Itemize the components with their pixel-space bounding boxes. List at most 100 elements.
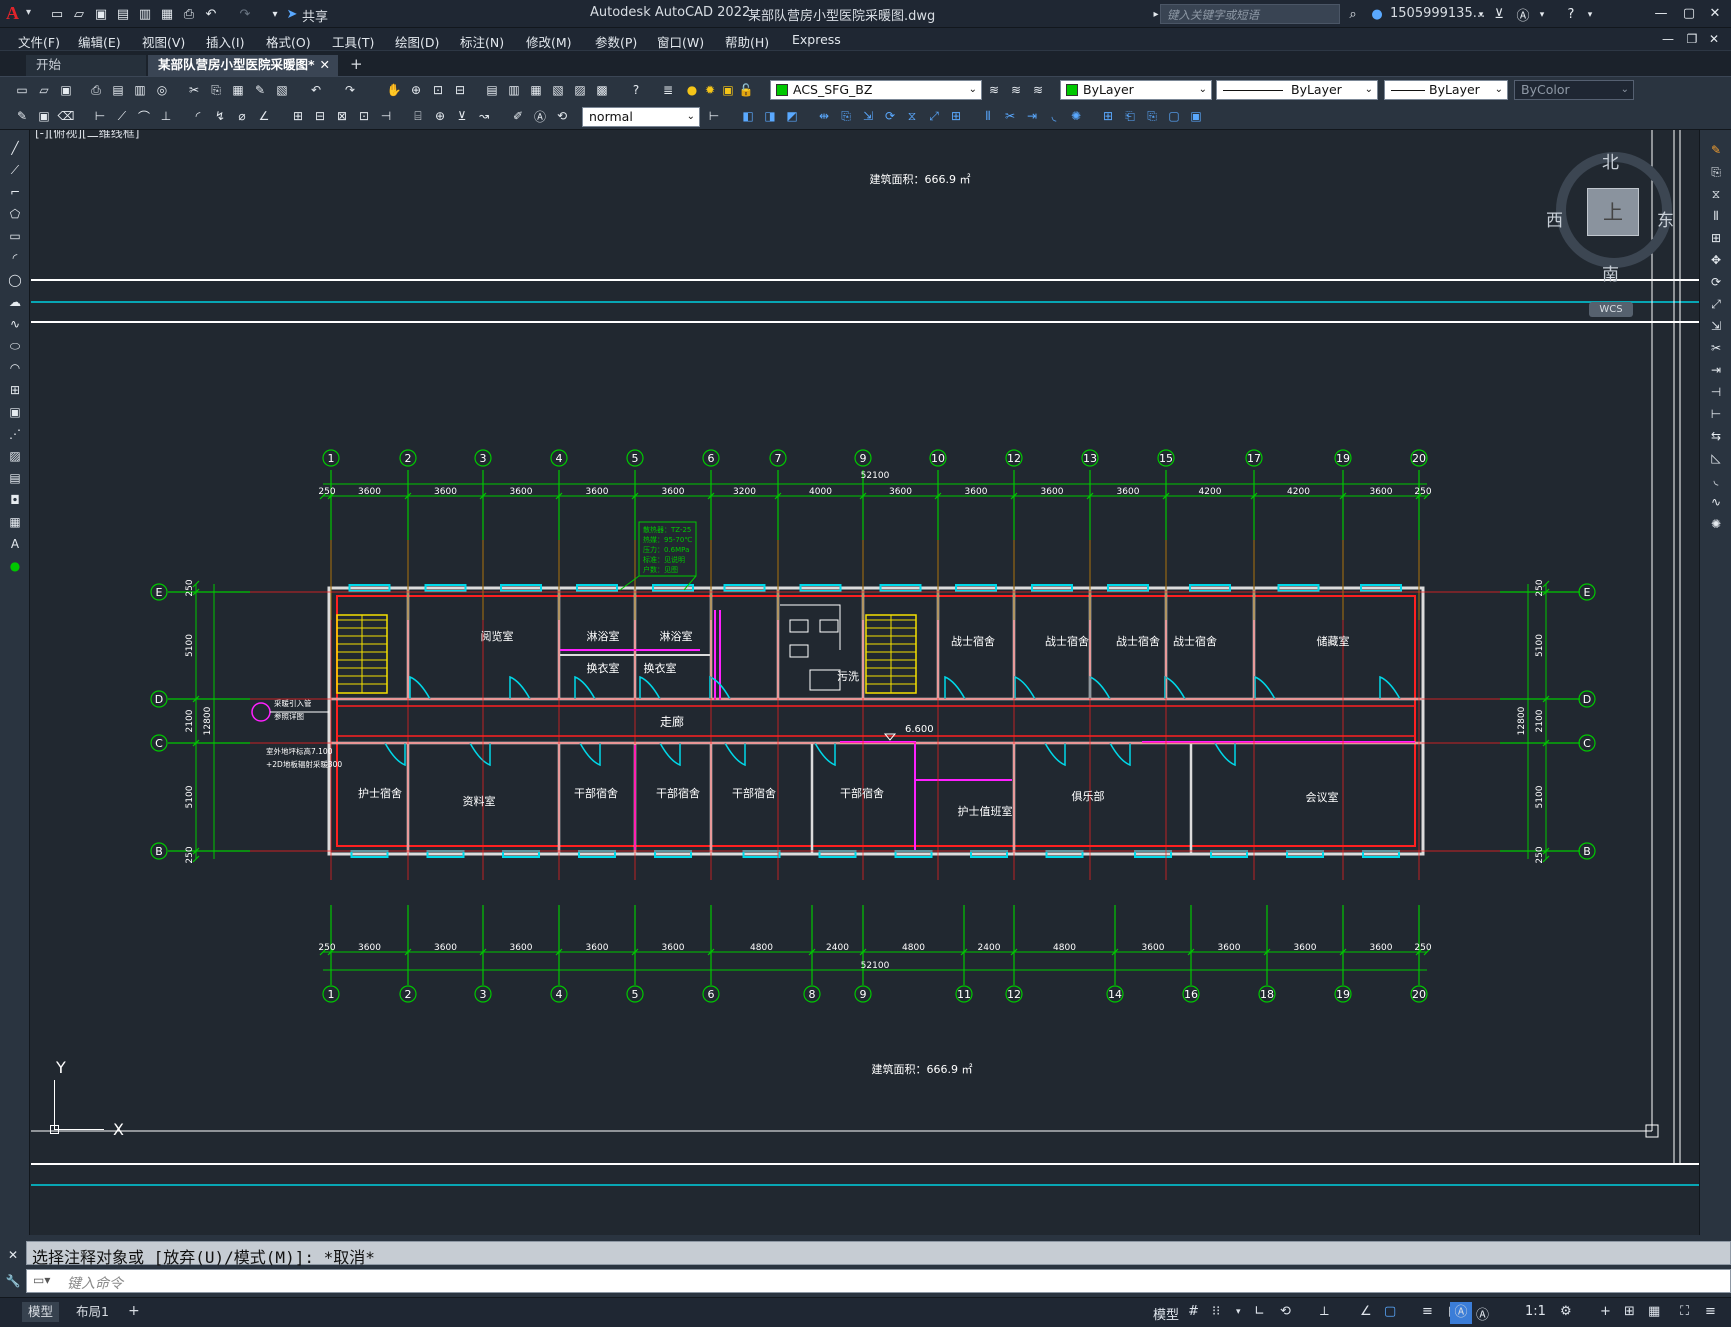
dim-break-icon[interactable]: ⊣	[378, 108, 394, 124]
polygon-icon[interactable]: ⬠	[7, 206, 23, 222]
array-icon[interactable]: ⊞	[948, 108, 964, 124]
insert-block-icon[interactable]: ⊞	[1100, 108, 1116, 124]
dim-arc-icon[interactable]: ⌒	[136, 108, 152, 124]
offset-object-icon[interactable]: ⫴	[1708, 208, 1724, 224]
spline-icon[interactable]: ∿	[7, 316, 23, 332]
minimize-icon[interactable]: —	[1652, 4, 1670, 22]
menu-format[interactable]: 格式(O)	[266, 32, 311, 51]
tb-plot-icon[interactable]: ⎙	[88, 82, 104, 98]
search-icon[interactable]: ⌕	[1344, 5, 1362, 23]
search-input[interactable]: 键入关键字或短语	[1160, 4, 1340, 24]
app-menu-chevron-icon[interactable]: ▾	[26, 7, 31, 18]
add-selected-icon[interactable]: ●	[7, 558, 23, 574]
break-icon[interactable]: ⊢	[1708, 406, 1724, 422]
tb-toolpalettes-icon[interactable]: ▦	[528, 82, 544, 98]
model-space-label[interactable]: 模型	[1153, 1304, 1179, 1323]
fillet-icon[interactable]: ◟	[1046, 108, 1062, 124]
save-web-icon[interactable]: ▦	[158, 5, 176, 23]
table-icon[interactable]: ▦	[7, 514, 23, 530]
tb-zoom-window-icon[interactable]: ⊡	[430, 82, 446, 98]
quick-access-menu-icon[interactable]: ▾	[266, 5, 284, 23]
line-icon[interactable]: ╱	[7, 140, 23, 156]
viewcube-east[interactable]: 东	[1657, 206, 1674, 231]
redo-icon[interactable]: ↷	[236, 5, 254, 23]
stretch-object-icon[interactable]: ⇲	[1708, 318, 1724, 334]
plotstyle-combo[interactable]: ByColor ⌄	[1514, 80, 1634, 100]
extend-object-icon[interactable]: ⇥	[1708, 362, 1724, 378]
scale-icon[interactable]: ⤢	[926, 108, 942, 124]
open-file-icon[interactable]: ▱	[70, 5, 88, 23]
user-menu-chevron-icon[interactable]: ▾	[1473, 7, 1489, 23]
explode-icon[interactable]: ✺	[1068, 108, 1084, 124]
tb-cut-icon[interactable]: ✂	[186, 82, 202, 98]
layer-combo[interactable]: ACS_SFG_BZ ⌄	[770, 80, 982, 100]
wcs-button[interactable]: WCS	[1589, 302, 1633, 317]
add-layout-icon[interactable]: +	[128, 1303, 140, 1319]
arc-icon[interactable]: ◜	[7, 250, 23, 266]
dim-ordinate-icon[interactable]: ⊥	[158, 108, 174, 124]
trim-icon[interactable]: ✂	[1002, 108, 1018, 124]
snap-menu-icon[interactable]: ▾	[1236, 1307, 1241, 1317]
autodesk-app-icon[interactable]: Ⓐ	[1514, 5, 1532, 24]
polar-icon[interactable]: ⟲	[1280, 1304, 1291, 1319]
snap-icon[interactable]: ⁝⁝	[1212, 1304, 1220, 1319]
dim-update-icon[interactable]: ⟲	[554, 108, 570, 124]
tb-publish-icon[interactable]: ▥	[132, 82, 148, 98]
tb-3dprint-icon[interactable]: ◎	[154, 82, 170, 98]
menu-parametric[interactable]: 参数(P)	[595, 32, 637, 51]
make-block-icon[interactable]: ▣	[7, 404, 23, 420]
tb-undo-icon[interactable]: ↶	[308, 82, 324, 98]
dim-linear-icon[interactable]: ⊢	[92, 108, 108, 124]
tab-layout1[interactable]: 布局1	[70, 1302, 115, 1322]
dim-jogged-icon[interactable]: ↯	[212, 108, 228, 124]
tb-redo-icon[interactable]: ↷	[342, 82, 358, 98]
revcloud-icon[interactable]: ☁	[7, 294, 23, 310]
copy-icon[interactable]: ⎘	[838, 108, 854, 124]
dim-edit-icon[interactable]: ✐	[510, 108, 526, 124]
cart-icon[interactable]: ⊻	[1490, 5, 1508, 23]
draworder-back-icon[interactable]: ◨	[762, 108, 778, 124]
ellipse-arc-icon[interactable]: ◠	[7, 360, 23, 376]
center-mark-icon[interactable]: ⊕	[432, 108, 448, 124]
tab-start[interactable]: 开始	[26, 55, 146, 77]
draworder-above-icon[interactable]: ◩	[784, 108, 800, 124]
save-icon[interactable]: ▣	[92, 5, 110, 23]
clean-screen-icon[interactable]: ⛶	[1680, 1304, 1689, 1319]
tb2-modify-icon[interactable]: ✎	[14, 108, 30, 124]
tb-zoom-realtime-icon[interactable]: ⊕	[408, 82, 424, 98]
open-web-icon[interactable]: ▥	[136, 5, 154, 23]
rotate-icon[interactable]: ⟳	[882, 108, 898, 124]
menu-express[interactable]: Express	[792, 32, 841, 47]
tb-markup-icon[interactable]: ▨	[572, 82, 588, 98]
quick-properties-icon[interactable]: ▦	[1648, 1304, 1660, 1319]
tb-save-icon[interactable]: ▣	[58, 82, 74, 98]
attach-icon[interactable]: ⎗	[1122, 108, 1138, 124]
menu-draw[interactable]: 绘图(D)	[395, 32, 439, 51]
lineweight-icon[interactable]: ≡	[1422, 1304, 1433, 1319]
share-icon[interactable]: ➤	[283, 5, 301, 23]
tab-model[interactable]: 模型	[22, 1302, 60, 1322]
doc-close-icon[interactable]: ✕	[1706, 31, 1722, 47]
dim-quick-icon[interactable]: ⊞	[290, 108, 306, 124]
break-point-icon[interactable]: ⊣	[1708, 384, 1724, 400]
offset-icon[interactable]: ⫴	[980, 108, 996, 124]
color-combo[interactable]: ByLayer ⌄	[1060, 80, 1212, 100]
layer-on-icon[interactable]: ●	[684, 82, 700, 98]
help-icon[interactable]: ?	[1562, 5, 1580, 23]
app-chevron-icon[interactable]: ▾	[1534, 7, 1550, 23]
menu-help[interactable]: 帮助(H)	[725, 32, 769, 51]
customize-status-icon[interactable]: ≡	[1705, 1304, 1716, 1319]
dim-diameter-icon[interactable]: ⌀	[234, 108, 250, 124]
circle-icon[interactable]: ◯	[7, 272, 23, 288]
ortho-icon[interactable]: ∟	[1254, 1304, 1265, 1319]
user-name[interactable]: 1505999135...	[1390, 6, 1485, 21]
tolerance-icon[interactable]: ⌸	[410, 108, 426, 124]
ellipse-icon[interactable]: ⬭	[7, 338, 23, 354]
osnap-icon[interactable]: ▢	[1384, 1304, 1396, 1319]
tb2-erase-icon[interactable]: ⌫	[58, 108, 75, 124]
construction-line-icon[interactable]: ⟋	[7, 162, 23, 178]
mirror-icon[interactable]: ⧖	[904, 108, 920, 124]
layer-viewport-icon[interactable]: ▣	[720, 82, 736, 98]
dim-angular-icon[interactable]: ∠	[256, 108, 272, 124]
viewcube-south[interactable]: 南	[1602, 260, 1619, 285]
